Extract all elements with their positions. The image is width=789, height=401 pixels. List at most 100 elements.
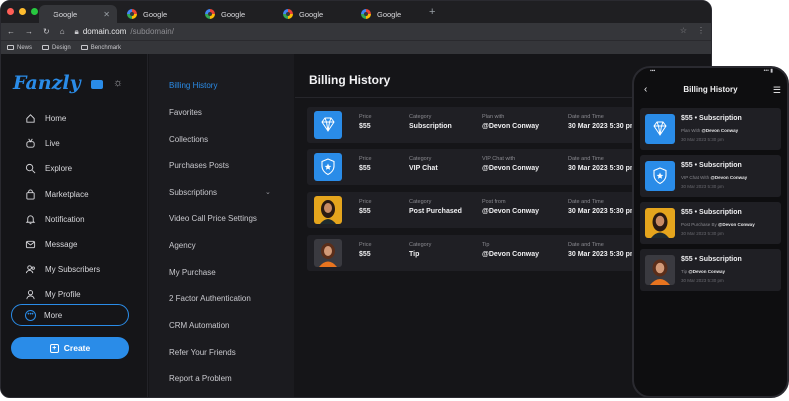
filter-icon[interactable]: ☰ xyxy=(773,85,781,96)
search-icon xyxy=(25,164,36,174)
category-value: Post Purchased xyxy=(409,208,462,215)
more-button[interactable]: ••• More xyxy=(11,304,129,326)
window-controls xyxy=(7,8,38,15)
minimize-window-button[interactable] xyxy=(19,8,26,15)
who-label: Post from xyxy=(482,199,506,205)
date-value: 30 Mar 2023 5:30 pm xyxy=(568,251,637,258)
browser-tab-3[interactable]: Google xyxy=(197,5,253,23)
date-value: 30 Mar 2023 5:30 pm xyxy=(568,208,637,215)
home-icon xyxy=(26,114,35,123)
sidebar-item-my-subscribers[interactable]: My Subscribers xyxy=(25,257,100,282)
who-label: Plan with xyxy=(482,114,505,120)
menu-item-billing-history[interactable]: Billing History xyxy=(169,81,217,90)
menu-item-agency[interactable]: Agency xyxy=(169,241,196,250)
bookmark-label: Design xyxy=(52,44,71,51)
price-col: Price $55 xyxy=(359,114,372,130)
price-col: Price $55 xyxy=(359,199,372,215)
menu-item-refer-friends[interactable]: Refer Your Friends xyxy=(169,348,236,357)
kebab-menu-icon[interactable]: ⋮ xyxy=(697,26,705,35)
phone-billing-card[interactable]: $55 • Subscription Tip @Devon Conway 30 … xyxy=(640,249,781,291)
wallet-icon[interactable] xyxy=(91,80,103,89)
menu-item-collections[interactable]: Collections xyxy=(169,135,208,144)
category-col: Category Tip xyxy=(409,242,431,258)
menu-item-favorites[interactable]: Favorites xyxy=(169,108,202,117)
date-col: Date and Time 30 Mar 2023 5:30 pm xyxy=(568,242,636,258)
star-icon[interactable]: ☆ xyxy=(680,26,687,35)
menu-item-report-problem[interactable]: Report a Problem xyxy=(169,374,232,383)
category-label: Category xyxy=(409,156,432,162)
close-window-button[interactable] xyxy=(7,8,14,15)
create-button[interactable]: + Create xyxy=(11,337,129,359)
phone-billing-card[interactable]: $55 • Subscription Plan With @Devon Conw… xyxy=(640,108,781,150)
folder-icon xyxy=(80,45,88,50)
price-value: $55 xyxy=(359,123,371,130)
logo[interactable]: Fanzly xyxy=(13,72,81,94)
bookmark-benchmark[interactable]: Benchmark xyxy=(80,45,121,51)
card-subtitle: VIP Chat With @Devon Conway xyxy=(681,175,747,180)
card-sub-user: @Devon Conway xyxy=(718,222,755,227)
close-icon[interactable]: ✕ xyxy=(103,10,110,19)
who-col: Tip @Devon Conway xyxy=(482,242,539,258)
phone-billing-card[interactable]: $55 • Subscription Post Purchase By @Dev… xyxy=(640,202,781,244)
browser-tab-5[interactable]: Google xyxy=(353,5,409,23)
price-label: Price xyxy=(359,242,372,248)
date-value: 30 Mar 2023 5:30 pm xyxy=(568,165,637,172)
menu-item-video-call-price-settings[interactable]: Video Call Price Settings xyxy=(169,214,257,223)
menu-item-2fa[interactable]: 2 Factor Authentication xyxy=(169,294,251,303)
date-label: Date and Time xyxy=(568,114,604,120)
reload-icon[interactable]: ↻ xyxy=(43,27,50,36)
browser-tab-4[interactable]: Google xyxy=(275,5,331,23)
chevron-down-icon[interactable]: ⌄ xyxy=(265,188,271,196)
google-icon xyxy=(361,9,371,19)
who-label: Tip xyxy=(482,242,490,248)
category-label: Category xyxy=(409,199,432,205)
browser-actions: ☆ ⋮ xyxy=(680,26,705,35)
bookmark-news[interactable]: News xyxy=(7,45,32,51)
sidebar-item-notification[interactable]: Notification xyxy=(25,207,100,232)
card-date: 30 Mar 2023 5:30 pm xyxy=(681,184,724,189)
url-field[interactable]: 🔒︎ domain.com/subdomain/ xyxy=(75,27,174,37)
back-icon[interactable]: ← xyxy=(7,27,15,36)
avatar-photo xyxy=(645,255,675,285)
shield-star-icon xyxy=(645,161,675,191)
sun-icon[interactable]: ☼ xyxy=(113,77,123,89)
create-label: Create xyxy=(63,343,91,353)
who-value: @Devon Conway xyxy=(482,208,540,215)
forward-icon[interactable]: → xyxy=(25,27,33,36)
sidebar-item-home[interactable]: Home xyxy=(25,106,100,131)
sidebar-item-marketplace[interactable]: Marketplace xyxy=(25,182,100,207)
tab-bar: Google ✕ Google Google Google Google + xyxy=(1,1,711,23)
diamond-icon xyxy=(645,114,675,144)
category-value: Subscription xyxy=(409,123,452,130)
home-browser-icon[interactable]: ⌂ xyxy=(60,27,65,36)
card-subtitle: Tip @Devon Conway xyxy=(681,269,725,274)
card-date: 30 Mar 2023 5:30 pm xyxy=(681,231,724,236)
menu-item-my-purchase[interactable]: My Purchase xyxy=(169,268,216,277)
menu-item-crm-automation[interactable]: CRM Automation xyxy=(169,321,229,330)
sidebar-item-live[interactable]: Live xyxy=(25,131,100,156)
settings-menu: Billing History Favorites Collections Pu… xyxy=(149,54,294,397)
url-path: /subdomain/ xyxy=(130,27,174,36)
tab-label: Google xyxy=(377,9,402,19)
phone-billing-card[interactable]: $55 • Subscription VIP Chat With @Devon … xyxy=(640,155,781,197)
sidebar-nav: Home Live Explore Marketplace Notificati… xyxy=(25,106,100,308)
card-title: $55 • Subscription xyxy=(681,115,742,122)
menu-item-subscriptions[interactable]: Subscriptions xyxy=(169,188,217,197)
new-tab-icon[interactable]: + xyxy=(429,6,435,18)
url-host: domain.com xyxy=(82,27,127,36)
browser-tab-2[interactable]: Google xyxy=(119,5,175,23)
card-sub-user: @Devon Conway xyxy=(710,175,748,180)
card-sub-user: @Devon Conway xyxy=(688,269,726,274)
browser-tab-1[interactable]: Google ✕ xyxy=(39,5,117,23)
bookmark-design[interactable]: Design xyxy=(42,45,71,51)
category-col: Category Post Purchased xyxy=(409,199,462,215)
bookmarks-bar: News Design Benchmark xyxy=(1,40,711,54)
date-label: Date and Time xyxy=(568,242,604,248)
who-col: VIP Chat with @Devon Conway xyxy=(482,156,539,172)
sidebar-item-explore[interactable]: Explore xyxy=(25,156,100,181)
price-label: Price xyxy=(359,199,372,205)
menu-item-purchases-posts[interactable]: Purchases Posts xyxy=(169,161,229,170)
maximize-window-button[interactable] xyxy=(31,8,38,15)
tab-label: Google xyxy=(299,9,324,19)
sidebar-item-message[interactable]: Message xyxy=(25,232,100,257)
